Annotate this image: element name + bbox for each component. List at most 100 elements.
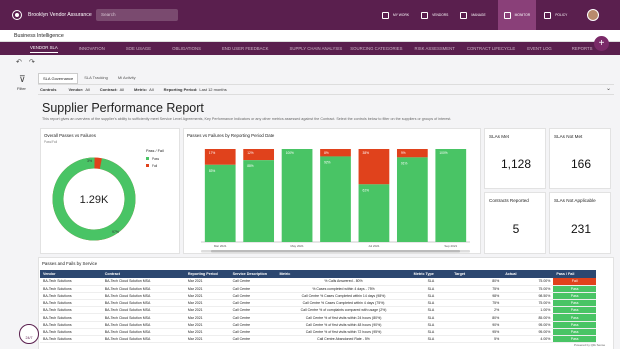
col-reporting-period[interactable]: Reporting Period (184, 270, 230, 278)
legend-fail-label[interactable]: Fail (152, 164, 157, 168)
table-row[interactable]: BA-Tech Solutions BA-Tech Cloud Solution … (40, 328, 596, 337)
tab-reports[interactable]: REPORTS (572, 46, 593, 51)
table-cell: BA-Tech Cloud Solution MSA (101, 278, 185, 286)
bar-pass[interactable] (396, 157, 428, 242)
tab-supply-chain-analysis[interactable]: SUPPLY CHAIN ANALYSIS (290, 46, 343, 51)
kpi-label: SLAs Met (489, 134, 509, 139)
table-cell: Call Centre (229, 321, 277, 329)
tab-sla-governance[interactable]: SLA Governance (38, 73, 79, 84)
donut-pass-pct: 97% (112, 230, 119, 234)
col-actual[interactable]: Actual (502, 270, 554, 278)
tab-vendor-sla[interactable]: VENDOR SLA (30, 45, 58, 53)
col-service-description[interactable]: Service Description (229, 270, 277, 278)
table-cell: % Calls Answered - 80% (276, 278, 411, 286)
control-key: Reporting Period: (163, 87, 198, 92)
table-cell: Call Centre (229, 285, 277, 293)
support-badge[interactable]: 24/7 (19, 324, 39, 344)
legend-pass-label[interactable]: Pass (152, 157, 159, 161)
table-cell: Mar 2021 (184, 335, 230, 344)
bar-pass[interactable] (281, 149, 313, 242)
control-reporting-period[interactable]: Reporting Period: Last 12 months (164, 87, 227, 92)
table-cell: Call Centre (229, 306, 277, 315)
table-row[interactable]: BA-Tech Solutions BA-Tech Cloud Solution … (40, 321, 596, 329)
nav-policy[interactable]: POLICY (544, 11, 567, 19)
control-metric[interactable]: Metric: All (134, 87, 154, 92)
table-row[interactable]: BA-Tech Solutions BA-Tech Cloud Solution … (40, 299, 596, 308)
tab-sourcing-categories[interactable]: SOURCING CATEGORIES (350, 46, 402, 51)
kpi-slas-not-met: SLAs Not Met 166 (549, 128, 611, 189)
nav-manage[interactable]: MANAGE (460, 11, 486, 19)
bar-pass[interactable] (358, 184, 390, 242)
kpi-slas-not-applicable: SLAs Not Applicable 231 (549, 192, 611, 254)
tab-obligations[interactable]: OBLIGATIONS (172, 46, 201, 51)
chevron-down-icon[interactable]: ⌄ (606, 85, 611, 92)
control-contract[interactable]: Contract: All (100, 87, 124, 92)
table-row[interactable]: BA-Tech Solutions BA-Tech Cloud Solution … (40, 292, 596, 301)
nav-label: VENDORS (432, 13, 449, 17)
table-cell: 75.00% (502, 278, 554, 286)
bar-pass[interactable] (435, 149, 467, 242)
table-cell: SLA (410, 278, 452, 286)
tab-event-log[interactable]: EVENT LOG (527, 46, 552, 51)
tab-mi-activity[interactable]: Mi Activity (114, 73, 140, 84)
table-row[interactable]: BA-Tech Solutions BA-Tech Cloud Solution … (40, 306, 596, 315)
table-row[interactable]: BA-Tech Solutions BA-Tech Cloud Solution … (40, 313, 596, 322)
status-badge: Pass (553, 292, 596, 301)
undo-icon[interactable]: ↶ (16, 58, 22, 66)
table-cell: BA-Tech Cloud Solution MSA (101, 299, 185, 308)
nav-monitor[interactable]: MONITOR (497, 0, 537, 30)
kpi-contracts-reported: Contracts Reported 5 (484, 192, 546, 254)
table-cell: Call Centre % Cases Completed within 4 d… (276, 299, 411, 308)
legend-title: Pass / Fail (146, 149, 164, 153)
table-cell: BA-Tech Solutions (40, 328, 102, 337)
controls-label: Controls (40, 87, 57, 92)
col-contract[interactable]: Contract (101, 270, 185, 278)
nav-vendors[interactable]: VENDORS (421, 11, 449, 19)
table-row[interactable]: BA-Tech Solutions BA-Tech Cloud Solution … (40, 335, 596, 344)
table-cell: 75% (451, 285, 503, 293)
table-cell: BA-Tech Solutions (40, 306, 102, 315)
table-row[interactable]: BA-Tech Solutions BA-Tech Cloud Solution … (40, 285, 596, 293)
brand-logo-icon (12, 10, 22, 20)
col-vendor[interactable]: Vendor (40, 270, 102, 278)
chart-scroll-thumb[interactable] (211, 250, 460, 253)
kpi-value: 166 (570, 157, 592, 171)
bar-pass[interactable] (243, 160, 275, 242)
table-cell: SLA (410, 313, 452, 322)
brand[interactable]: Brooklyn Vendor Assurance (12, 10, 96, 20)
tab-contract-lifecycle[interactable]: CONTRACT LIFECYCLE (467, 46, 515, 51)
redo-icon[interactable]: ↷ (29, 58, 35, 66)
col-target[interactable]: Target (451, 270, 503, 278)
control-value: All (149, 87, 154, 92)
table-cell: BA-Tech Cloud Solution MSA (101, 328, 185, 337)
control-value: All (85, 87, 90, 92)
table-cell: BA-Tech Cloud Solution MSA (101, 335, 185, 344)
col-metric[interactable]: Metric (276, 270, 411, 278)
search-input[interactable]: Search (96, 9, 178, 21)
filter-icon[interactable]: ⊽ (19, 74, 26, 85)
donut-chart: 1.29K 97% 3% Pass / Fail Pass Fail (52, 149, 164, 241)
bar-pass[interactable] (320, 156, 351, 242)
report-description: This report gives an overview of the sup… (42, 117, 452, 121)
sheet-tabs: SLA Governance SLA Tracking Mi Activity (38, 73, 142, 84)
table-cell: Call Centre % Cases Completed within 14 … (276, 292, 411, 301)
add-button[interactable]: + (594, 36, 609, 51)
tab-soe-usage[interactable]: SOE USAGE (126, 46, 151, 51)
col-pass-fail[interactable]: Pass / Fail (553, 270, 596, 278)
tab-sla-tracking[interactable]: SLA Tracking (80, 73, 112, 84)
tab-risk-assessment[interactable]: RISK ASSESSMENT (415, 46, 455, 51)
nav-label: MANAGE (471, 13, 486, 17)
control-value: All (119, 87, 125, 92)
nav-my-work[interactable]: MY WORK (382, 11, 409, 19)
col-metric-type[interactable]: Metric Type (410, 270, 452, 278)
control-vendor[interactable]: Vendor: All (68, 87, 89, 92)
bar-pass[interactable] (204, 164, 236, 242)
status-badge: Pass (553, 321, 596, 329)
tab-end-user-feedback[interactable]: END USER FEEDBACK (222, 46, 269, 51)
user-avatar[interactable] (587, 9, 599, 21)
kpi-label: SLAs Not Applicable (554, 198, 596, 203)
table-row[interactable]: BA-Tech Solutions BA-Tech Cloud Solution … (40, 278, 596, 286)
tab-innovation[interactable]: INNOVATION (79, 46, 105, 51)
table-cell: BA-Tech Solutions (40, 321, 102, 329)
table-cell: Mar 2021 (184, 292, 230, 301)
